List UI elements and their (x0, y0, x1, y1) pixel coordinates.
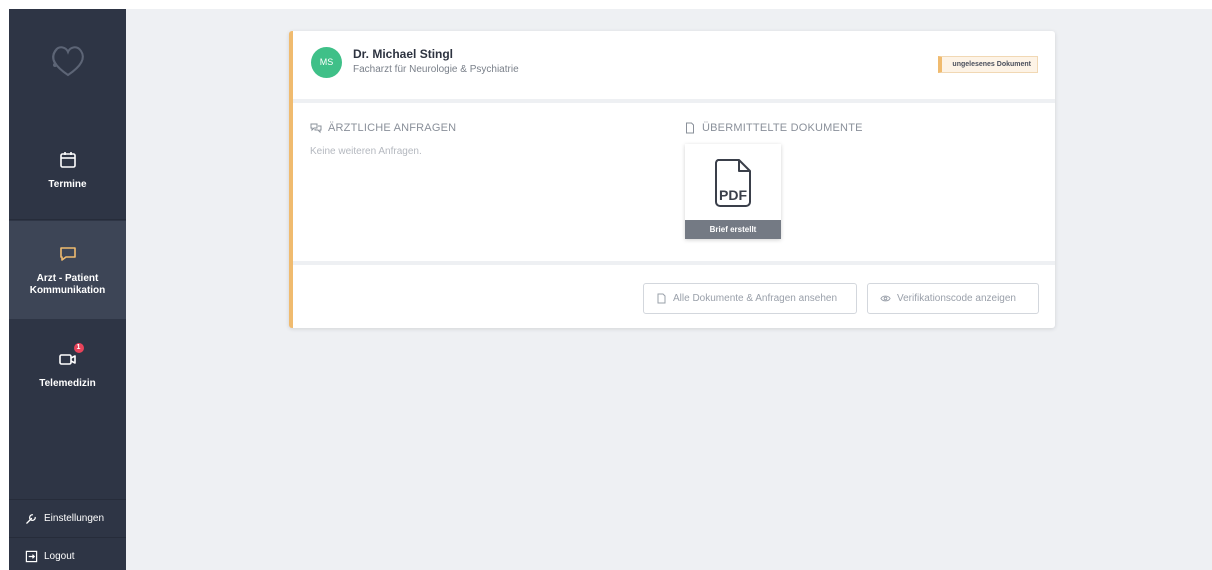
settings-label: Einstellungen (44, 513, 105, 524)
requests-section-title: ÄRZTLICHE ANFRAGEN (310, 122, 456, 134)
sidebar-item-label: Arzt - Patient Kommunikation (29, 272, 106, 296)
pdf-caption: Brief erstellt (685, 220, 781, 239)
documents-title-text: ÜBERMITTELTE DOKUMENTE (702, 122, 863, 134)
no-requests-text: Keine weiteren Anfragen. (310, 146, 422, 157)
view-all-documents-button[interactable]: Alle Dokumente & Anfragen ansehen (643, 283, 857, 314)
logout-icon (25, 550, 38, 563)
logout-label: Logout (44, 551, 75, 562)
pdf-type-label: PDF (719, 187, 747, 203)
sidebar-item-telemedizin[interactable]: 1 Telemedizin (9, 320, 126, 418)
view-all-documents-label: Alle Dokumente & Anfragen ansehen (673, 293, 837, 304)
pdf-document-tile[interactable]: PDF Brief erstellt (685, 144, 781, 239)
doctor-card: MS Dr. Michael Stingl Facharzt für Neuro… (289, 31, 1055, 328)
show-verification-code-label: Verifikationscode anzeigen (897, 293, 1016, 304)
chat-bubbles-icon (310, 123, 322, 134)
doctor-name: Dr. Michael Stingl (353, 47, 454, 61)
logout-button[interactable]: Logout (9, 537, 126, 570)
wrench-icon (26, 514, 36, 524)
divider (293, 99, 1055, 103)
sidebar-item-label: Termine (48, 179, 87, 190)
sidebar-item-termine[interactable]: Termine (9, 122, 126, 220)
notification-badge: 1 (73, 342, 84, 353)
sidebar: Termine Arzt - Patient Kommunikation 1 T… (9, 9, 126, 570)
document-icon (657, 293, 666, 304)
divider (293, 261, 1055, 265)
sidebar-item-arzt-patient-kommunikation[interactable]: Arzt - Patient Kommunikation (9, 221, 126, 319)
requests-title-text: ÄRZTLICHE ANFRAGEN (328, 122, 457, 134)
sidebar-item-label: Telemedizin (39, 377, 96, 389)
main-content: MS Dr. Michael Stingl Facharzt für Neuro… (126, 9, 1212, 570)
show-verification-code-button[interactable]: Verifikationscode anzeigen (867, 283, 1039, 314)
avatar: MS (311, 47, 342, 78)
heart-stethoscope-icon[interactable] (43, 35, 93, 85)
video-icon-wrapper: 1 (58, 342, 84, 369)
documents-section-title: ÜBERMITTELTE DOKUMENTE (684, 122, 863, 134)
doctor-specialty: Facharzt für Neurologie & Psychiatrie (353, 64, 519, 75)
chat-icon (59, 246, 76, 261)
card-header: MS Dr. Michael Stingl Facharzt für Neuro… (293, 31, 1055, 99)
eye-icon (880, 295, 891, 302)
unread-document-badge: ungelesenes Dokument (938, 56, 1038, 73)
settings-button[interactable]: Einstellungen (9, 499, 126, 537)
calendar-icon (59, 152, 76, 168)
document-icon (686, 122, 694, 134)
